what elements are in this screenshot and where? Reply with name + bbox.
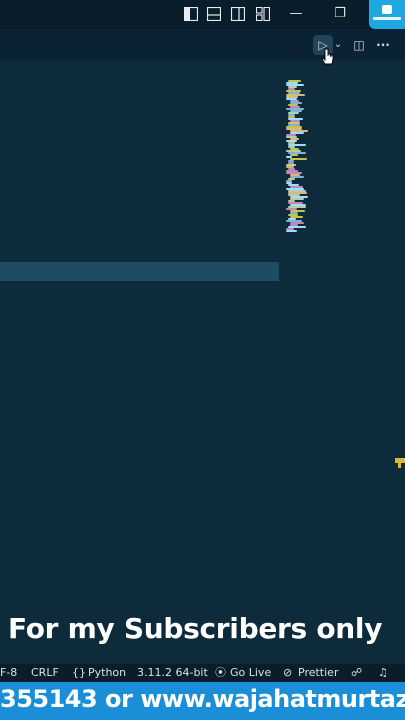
toggle-primary-sidebar-icon[interactable] — [184, 7, 198, 21]
video-caption: For my Subscribers only — [8, 612, 383, 645]
status-bar: F-8 CRLF {} Python 3.11.2 64-bit ⦿ Go Li… — [0, 664, 405, 682]
restore-window-icon[interactable]: ❐ — [331, 5, 349, 23]
minimap[interactable] — [286, 80, 312, 235]
more-actions-icon[interactable]: ··· — [375, 36, 391, 54]
promo-banner: 355143 or www.wajahatmurtaza — [0, 682, 405, 720]
split-editor-icon[interactable]: ◫ — [351, 36, 367, 54]
braces-icon: {} — [72, 666, 86, 679]
promo-banner-text: 355143 or www.wajahatmurtaza — [0, 685, 405, 713]
customize-layout-icon[interactable] — [256, 7, 270, 21]
scrollbar-marker-stem — [398, 463, 401, 468]
line-highlight — [0, 262, 279, 281]
interpreter-status[interactable]: 3.11.2 64-bit — [137, 666, 208, 680]
title-bar: — ❐ — [0, 0, 405, 29]
toggle-panel-icon[interactable] — [207, 7, 221, 21]
toggle-secondary-sidebar-icon[interactable] — [231, 7, 245, 21]
code-editor[interactable] — [0, 60, 405, 664]
encoding-status[interactable]: F-8 — [0, 666, 17, 680]
go-live-button[interactable]: Go Live — [230, 666, 271, 680]
notifications-bell-icon[interactable]: ♫ — [378, 666, 388, 680]
prettier-status[interactable]: Prettier — [298, 666, 338, 680]
feedback-icon[interactable]: ☍ — [351, 666, 362, 680]
minimap-line — [286, 230, 297, 232]
broadcast-icon: ⦿ — [215, 666, 226, 679]
minimize-window-icon[interactable]: — — [287, 5, 305, 23]
editor-toolbar — [0, 29, 405, 60]
prettier-status-icon: ⊘ — [283, 666, 293, 679]
mouse-pointer-icon — [321, 48, 334, 65]
channel-logo — [369, 0, 405, 29]
language-mode-status[interactable]: Python — [88, 666, 126, 680]
line-ending-status[interactable]: CRLF — [31, 666, 59, 680]
